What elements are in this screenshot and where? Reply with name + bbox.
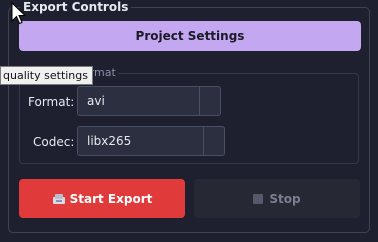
start-export-label: Start Export	[69, 191, 153, 206]
format-dropdown-button[interactable]	[199, 87, 220, 115]
codec-value: libx265	[87, 134, 132, 148]
disk-export-icon	[52, 193, 65, 204]
stop-icon	[253, 193, 264, 204]
tooltip: quality settings	[0, 66, 93, 85]
codec-combobox[interactable]: libx265	[77, 126, 225, 156]
format-label: Format:	[28, 95, 75, 109]
codec-label: Codec:	[33, 135, 75, 149]
format-value: avi	[87, 94, 105, 108]
format-combobox[interactable]: avi	[77, 86, 221, 116]
start-export-button[interactable]: Start Export	[19, 179, 185, 218]
export-controls-title: Export Controls	[20, 0, 132, 14]
codec-dropdown-button[interactable]	[203, 127, 224, 155]
project-settings-button[interactable]: Project Settings	[19, 21, 361, 51]
mouse-pointer-icon	[11, 2, 26, 25]
stop-label: Stop	[269, 191, 301, 206]
stop-button[interactable]: Stop	[194, 179, 360, 218]
